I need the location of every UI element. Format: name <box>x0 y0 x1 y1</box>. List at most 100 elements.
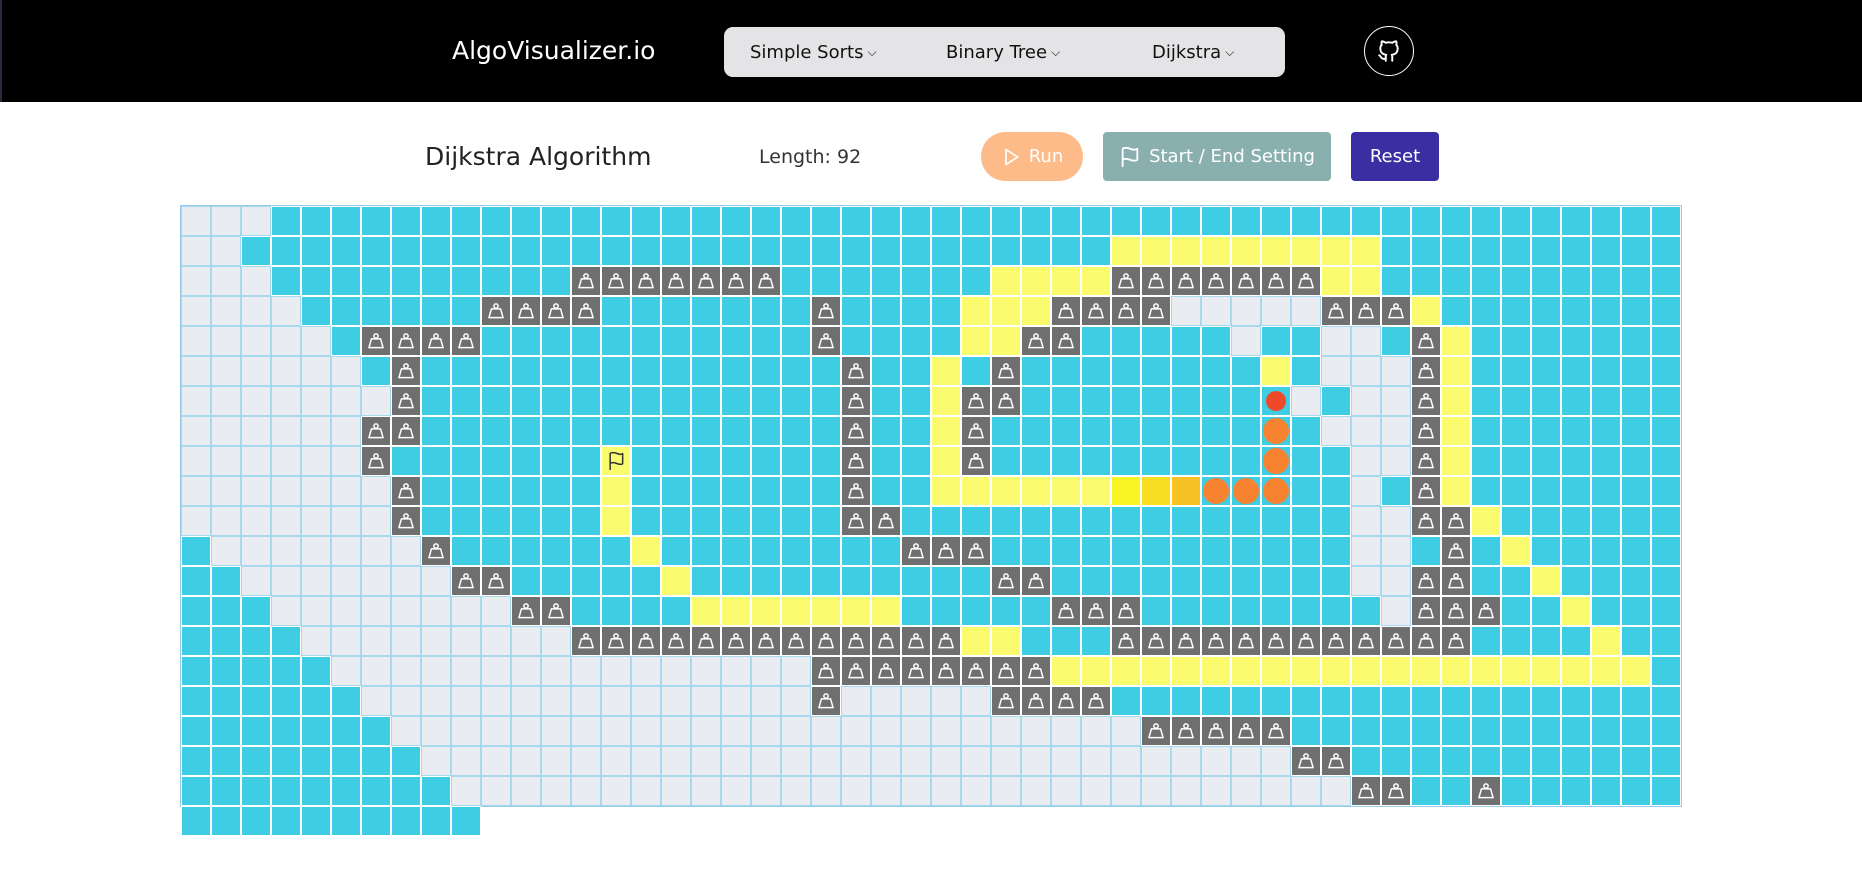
grid-cell-unvisited[interactable] <box>1351 326 1381 356</box>
grid-cell-visited[interactable] <box>1591 686 1621 716</box>
grid-cell-visited[interactable] <box>421 776 451 806</box>
grid-cell-unvisited[interactable] <box>541 656 571 686</box>
grid-cell-weight[interactable] <box>1441 626 1471 656</box>
grid-cell-visited[interactable] <box>781 566 811 596</box>
grid-cell-visited[interactable] <box>961 596 991 626</box>
grid-cell-unvisited[interactable] <box>691 686 721 716</box>
grid-cell-visited[interactable] <box>331 686 361 716</box>
grid-cell-visited[interactable] <box>721 206 751 236</box>
grid-cell-unvisited[interactable] <box>271 296 301 326</box>
grid-cell-unvisited[interactable] <box>661 686 691 716</box>
grid-cell-unvisited[interactable] <box>271 476 301 506</box>
grid-cell-unvisited[interactable] <box>631 656 661 686</box>
grid-cell-visited[interactable] <box>1321 206 1351 236</box>
grid-cell-visited[interactable] <box>1111 326 1141 356</box>
grid-cell-visited[interactable] <box>361 236 391 266</box>
grid-cell-visited[interactable] <box>901 446 931 476</box>
grid-cell-unvisited[interactable] <box>211 506 241 536</box>
grid-cell-visited[interactable] <box>301 686 331 716</box>
grid-cell-visited[interactable] <box>1561 416 1591 446</box>
grid-cell-visited[interactable] <box>421 506 451 536</box>
grid-cell-visited[interactable] <box>901 206 931 236</box>
grid-cell-visited[interactable] <box>931 506 961 536</box>
grid-cell-unvisited[interactable] <box>541 686 571 716</box>
grid-cell-unvisited[interactable] <box>631 686 661 716</box>
grid-cell-unvisited[interactable] <box>871 716 901 746</box>
grid-cell-visited[interactable] <box>1531 266 1561 296</box>
grid-cell-path[interactable] <box>631 536 661 566</box>
grid-cell-unvisited[interactable] <box>481 776 511 806</box>
grid-cell-visited[interactable] <box>991 416 1021 446</box>
grid-cell-visited[interactable] <box>1231 566 1261 596</box>
grid-cell-unvisited[interactable] <box>1231 296 1261 326</box>
grid-cell-visited[interactable] <box>181 686 211 716</box>
grid-cell-visited[interactable] <box>241 596 271 626</box>
grid-cell-visited[interactable] <box>901 296 931 326</box>
grid-cell-weight[interactable] <box>571 626 601 656</box>
grid-cell-visited[interactable] <box>421 386 451 416</box>
grid-cell-weight[interactable] <box>1441 596 1471 626</box>
grid-cell-visited[interactable] <box>1081 356 1111 386</box>
grid-cell-visited[interactable] <box>511 326 541 356</box>
grid-cell-visited[interactable] <box>1501 746 1531 776</box>
grid-cell-unvisited[interactable] <box>361 626 391 656</box>
grid-cell-visited[interactable] <box>1231 356 1261 386</box>
grid-cell-visited[interactable] <box>841 236 871 266</box>
grid-cell-path[interactable] <box>1441 446 1471 476</box>
grid-cell-visited[interactable] <box>301 746 331 776</box>
grid-cell-unvisited[interactable] <box>991 776 1021 806</box>
grid-cell-unvisited[interactable] <box>361 596 391 626</box>
grid-cell-visited[interactable] <box>991 536 1021 566</box>
grid-cell-visited[interactable] <box>1651 566 1681 596</box>
grid-cell-visited[interactable] <box>1501 296 1531 326</box>
grid-cell-path[interactable] <box>601 506 631 536</box>
grid-cell-visited[interactable] <box>1231 386 1261 416</box>
grid-cell-unvisited[interactable] <box>211 266 241 296</box>
grid-cell-unvisited[interactable] <box>1141 746 1171 776</box>
grid-cell-visited[interactable] <box>991 236 1021 266</box>
grid-cell-path[interactable] <box>1021 296 1051 326</box>
grid-cell-visited[interactable] <box>1471 326 1501 356</box>
grid-cell-visited[interactable] <box>571 596 601 626</box>
grid-cell-weight[interactable] <box>991 686 1021 716</box>
grid-cell-visited[interactable] <box>1261 686 1291 716</box>
grid-cell-visited[interactable] <box>601 326 631 356</box>
grid-cell-visited[interactable] <box>1501 776 1531 806</box>
grid-cell-visited[interactable] <box>211 716 241 746</box>
grid-cell-visited[interactable] <box>1501 266 1531 296</box>
grid-cell-unvisited[interactable] <box>901 776 931 806</box>
grid-cell-visited[interactable] <box>1651 446 1681 476</box>
grid-cell-unvisited[interactable] <box>211 356 241 386</box>
grid-cell-weight[interactable] <box>811 296 841 326</box>
grid-cell-weight[interactable] <box>781 626 811 656</box>
grid-cell-unvisited[interactable] <box>361 386 391 416</box>
grid-cell-path[interactable] <box>991 476 1021 506</box>
grid-cell-end[interactable] <box>1261 476 1291 506</box>
grid-cell-weight[interactable] <box>571 266 601 296</box>
grid-cell-weight[interactable] <box>691 266 721 296</box>
grid-cell-visited[interactable] <box>1261 206 1291 236</box>
grid-cell-unvisited[interactable] <box>301 566 331 596</box>
grid-cell-visited[interactable] <box>1021 356 1051 386</box>
grid-cell-visited[interactable] <box>1591 206 1621 236</box>
grid-cell-weight[interactable] <box>631 626 661 656</box>
grid-cell-visited[interactable] <box>211 746 241 776</box>
grid-cell-visited[interactable] <box>721 446 751 476</box>
grid-cell-visited[interactable] <box>721 476 751 506</box>
grid-cell-visited[interactable] <box>541 506 571 536</box>
grid-cell-visited[interactable] <box>1021 386 1051 416</box>
grid-cell-visited[interactable] <box>1231 206 1261 236</box>
grid-cell-weight[interactable] <box>1111 266 1141 296</box>
grid-cell-visited[interactable] <box>1141 326 1171 356</box>
grid-cell-visited[interactable] <box>1531 206 1561 236</box>
grid-cell-unvisited[interactable] <box>631 776 661 806</box>
grid-cell-path[interactable] <box>1141 476 1171 506</box>
grid-cell-visited[interactable] <box>871 416 901 446</box>
grid-cell-visited[interactable] <box>301 206 331 236</box>
grid-cell-visited[interactable] <box>1111 566 1141 596</box>
grid-cell-visited[interactable] <box>1591 746 1621 776</box>
grid-cell-weight[interactable] <box>1141 296 1171 326</box>
grid-cell-visited[interactable] <box>751 206 781 236</box>
grid-cell-visited[interactable] <box>1621 746 1651 776</box>
grid-cell-visited[interactable] <box>451 446 481 476</box>
